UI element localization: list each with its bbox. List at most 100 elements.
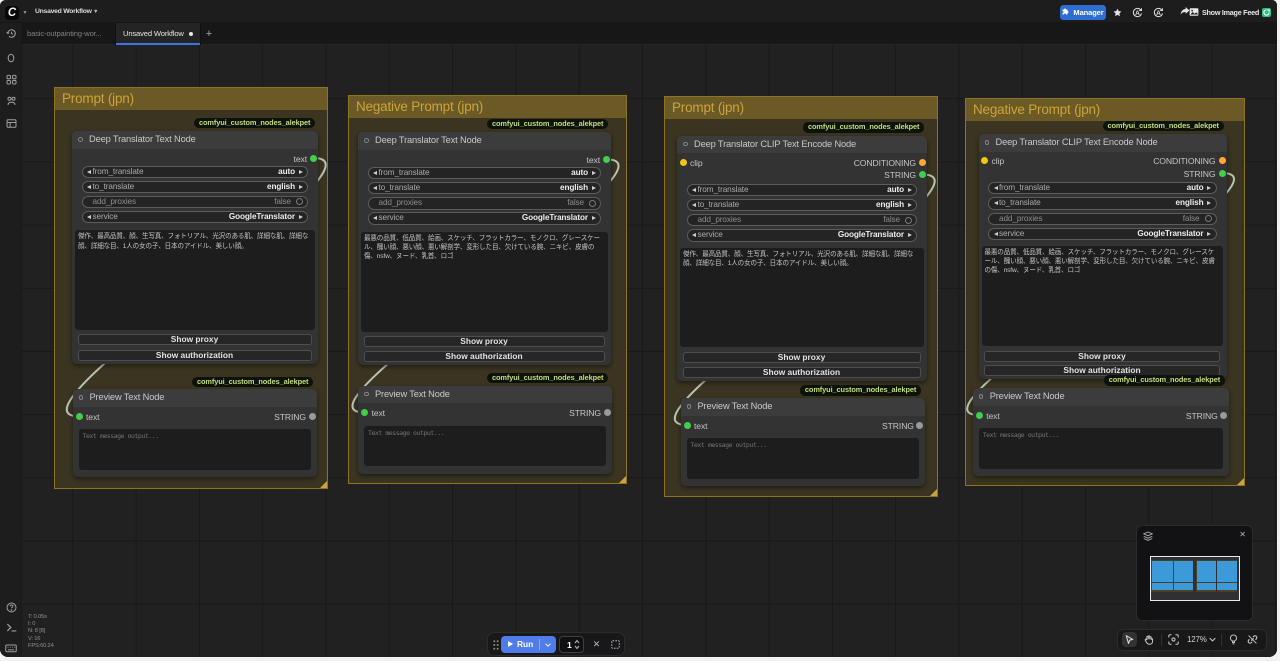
show-proxy-button[interactable]: Show proxy <box>984 351 1220 362</box>
preview-text-node[interactable]: Preview Text NodetextSTRINGText message … <box>973 388 1229 476</box>
minimap-close-icon[interactable]: ✕ <box>1239 530 1246 539</box>
widget-from_translate[interactable]: from_translateauto <box>82 166 309 178</box>
translate-a2-icon[interactable]: A <box>1153 7 1164 18</box>
sidebar-help-icon[interactable] <box>5 602 17 614</box>
group-resize-handle[interactable] <box>619 476 626 483</box>
sidebar-queue-icon[interactable] <box>5 28 17 40</box>
prompt-textarea[interactable]: 最悪の品質、低品質、絵画、スケッチ、フラットカラー、モノクロ、グレースケール、醜… <box>982 246 1224 346</box>
collapse-dot-icon[interactable] <box>79 395 84 400</box>
slot-dot-icon[interactable] <box>1219 170 1226 177</box>
widget-from_translate[interactable]: from_translateauto <box>687 184 918 196</box>
toggle-links-button[interactable] <box>1245 632 1260 647</box>
zoom-level[interactable]: 127% <box>1187 635 1207 644</box>
comfyui-logo[interactable]: C <box>5 6 19 20</box>
widget-right-arrow-icon[interactable] <box>908 188 912 192</box>
widget-right-arrow-icon[interactable] <box>908 233 912 237</box>
widget-right-arrow-icon[interactable] <box>1207 232 1211 236</box>
logo-caret-icon[interactable]: ▼ <box>23 10 28 16</box>
slot-dot-icon[interactable] <box>76 413 83 420</box>
widget-to_translate[interactable]: to_translateenglish <box>368 182 602 194</box>
deep-translator-clip-text-encode-node[interactable]: Deep Translator CLIP Text Encode Nodecli… <box>677 136 927 381</box>
show-proxy-button[interactable]: Show proxy <box>364 336 605 347</box>
new-tab-button[interactable]: + <box>198 23 220 45</box>
collapse-dot-icon[interactable] <box>78 137 83 142</box>
preview-text-node[interactable]: Preview Text NodetextSTRINGText message … <box>358 386 612 474</box>
widget-left-arrow-icon[interactable] <box>994 232 998 236</box>
batch-spinner[interactable] <box>574 639 580 650</box>
widget-left-arrow-icon[interactable] <box>87 170 91 174</box>
preview-textarea[interactable]: Text message output... <box>687 438 919 479</box>
collapse-dot-icon[interactable] <box>683 142 688 147</box>
slot-dot-icon[interactable] <box>604 409 611 416</box>
widget-add_proxies[interactable]: add_proxiesfalse <box>988 213 1217 225</box>
widget-left-arrow-icon[interactable] <box>692 203 696 207</box>
preview-textarea[interactable]: Text message output... <box>79 429 312 470</box>
slot-dot-icon[interactable] <box>976 412 983 419</box>
group-resize-handle[interactable] <box>320 481 327 488</box>
sidebar-keybinding-icon[interactable] <box>5 642 17 654</box>
collapse-dot-icon[interactable] <box>364 392 369 397</box>
pan-tool-button[interactable] <box>1141 632 1156 647</box>
slot-dot-icon[interactable] <box>310 155 317 162</box>
group-resize-handle[interactable] <box>1237 478 1244 485</box>
widget-right-arrow-icon[interactable] <box>299 185 303 189</box>
collapse-dot-icon[interactable] <box>979 394 984 399</box>
widget-service[interactable]: serviceGoogleTranslator <box>687 229 918 241</box>
widget-to_translate[interactable]: to_translateenglish <box>687 199 918 211</box>
batch-count-input[interactable]: 1 <box>559 636 584 653</box>
toolbar-drag-handle[interactable] <box>493 640 499 649</box>
tab-unsaved-workflow[interactable]: Unsaved Workflow <box>116 23 201 45</box>
workflow-title[interactable]: Unsaved Workflow <box>35 8 92 15</box>
sidebar-gallery-icon[interactable] <box>5 118 17 130</box>
collapse-dot-icon[interactable] <box>687 404 692 409</box>
sidebar-terminal-icon[interactable] <box>5 622 17 634</box>
show-proxy-button[interactable]: Show proxy <box>683 352 921 363</box>
widget-add_proxies[interactable]: add_proxiesfalse <box>82 196 309 208</box>
widget-from_translate[interactable]: from_translateauto <box>988 182 1217 194</box>
widget-service[interactable]: serviceGoogleTranslator <box>82 211 309 223</box>
widget-right-arrow-icon[interactable] <box>299 170 303 174</box>
slot-dot-icon[interactable] <box>1220 412 1227 419</box>
widget-left-arrow-icon[interactable] <box>373 171 377 175</box>
workflow-caret-icon[interactable]: ▼ <box>93 9 98 15</box>
deep-translator-clip-text-encode-node[interactable]: Deep Translator CLIP Text Encode Nodecli… <box>979 134 1227 379</box>
interrupt-button[interactable]: ✕ <box>590 638 603 651</box>
preview-textarea[interactable]: Text message output... <box>364 426 606 467</box>
widget-right-arrow-icon[interactable] <box>1207 201 1211 205</box>
widget-right-arrow-icon[interactable] <box>908 203 912 207</box>
fit-view-button[interactable] <box>1166 632 1181 647</box>
minimap-icon[interactable] <box>1143 531 1153 541</box>
widget-left-arrow-icon[interactable] <box>692 188 696 192</box>
slot-dot-icon[interactable] <box>916 422 923 429</box>
widget-right-arrow-icon[interactable] <box>592 171 596 175</box>
run-button[interactable]: Run <box>501 636 556 653</box>
widget-right-arrow-icon[interactable] <box>299 215 303 219</box>
widget-add_proxies[interactable]: add_proxiesfalse <box>687 214 918 226</box>
translate-a-icon[interactable]: A <box>1132 7 1143 18</box>
toggle-theme-button[interactable] <box>1226 632 1241 647</box>
slot-dot-icon[interactable] <box>919 171 926 178</box>
prompt-textarea[interactable]: 傑作、最高品質、顔、生写真、フォトリアル、光沢のある肌、詳細な肌、詳細な顔、詳細… <box>680 248 924 348</box>
show-authorization-button[interactable]: Show authorization <box>78 350 312 361</box>
run-options-chevron-icon[interactable] <box>545 643 551 647</box>
widget-from_translate[interactable]: from_translateauto <box>368 167 602 179</box>
tab-basic-outpainting[interactable]: basic-outpainting-wor... <box>22 23 116 45</box>
slot-dot-icon[interactable] <box>309 413 316 420</box>
manager-button[interactable]: Manager <box>1060 5 1106 21</box>
prompt-textarea[interactable]: 最悪の品質、低品質、絵画、スケッチ、フラットカラー、モノクロ、グレースケール、醜… <box>361 232 608 332</box>
deep-translator-text-node[interactable]: Deep Translator Text Nodetextfrom_transl… <box>72 131 318 364</box>
deep-translator-text-node[interactable]: Deep Translator Text Nodetextfrom_transl… <box>358 132 611 365</box>
slot-dot-icon[interactable] <box>361 409 368 416</box>
show-authorization-button[interactable]: Show authorization <box>683 367 921 378</box>
widget-left-arrow-icon[interactable] <box>373 186 377 190</box>
widget-left-arrow-icon[interactable] <box>692 233 696 237</box>
show-proxy-button[interactable]: Show proxy <box>78 334 312 345</box>
select-tool-button[interactable] <box>1122 632 1137 647</box>
slot-dot-icon[interactable] <box>684 422 691 429</box>
widget-left-arrow-icon[interactable] <box>373 216 377 220</box>
slot-dot-icon[interactable] <box>680 159 687 166</box>
preview-text-node[interactable]: Preview Text NodetextSTRINGText message … <box>681 398 925 486</box>
widget-right-arrow-icon[interactable] <box>1207 186 1211 190</box>
widget-right-arrow-icon[interactable] <box>592 216 596 220</box>
widget-left-arrow-icon[interactable] <box>87 185 91 189</box>
